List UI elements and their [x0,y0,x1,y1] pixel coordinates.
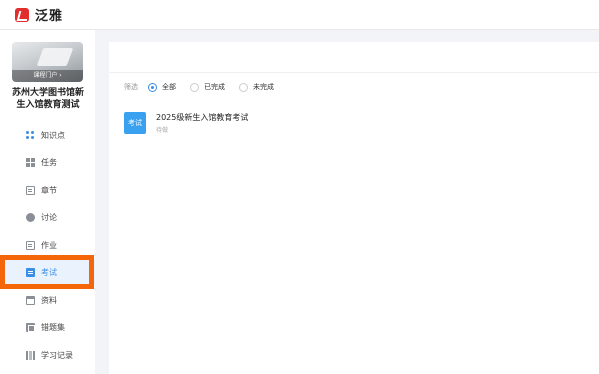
app-name[interactable]: 泛雅 [35,5,63,24]
filter-option-label: 已完成 [204,83,225,91]
main-panel: 筛选 全部 已完成 未完成 考试 2025级新生入馆教育考试 待做 [109,42,599,374]
sidebar-item-discussion[interactable]: 讨论 [0,204,95,230]
course-portal-link[interactable]: 课程门户 › [12,70,83,82]
filter-option-incomplete[interactable]: 未完成 [239,82,274,92]
exam-badge-icon: 考试 [124,112,146,134]
sidebar-item-chapter[interactable]: 章节 [0,177,95,203]
sidebar-item-task[interactable]: 任务 [0,149,95,175]
sidebar-item-knowledge[interactable]: 知识点 [0,122,95,148]
sidebar-item-resource[interactable]: 资料 [0,287,95,313]
main-top-bar [109,42,599,73]
exam-info: 2025级新生入馆教育考试 待做 [156,112,248,135]
knowledge-icon [26,130,35,140]
sidebar-item-label: 讨论 [41,212,57,222]
sidebar: 课程门户 › 苏州大学图书馆新生入馆教育测试 知识点 任务 章节 讨论 作业 考… [0,30,95,374]
course-title: 苏州大学图书馆新生入馆教育测试 [11,88,84,110]
resource-icon [26,295,35,305]
sidebar-item-label: 学习记录 [41,350,73,360]
sidebar-item-exam[interactable]: 考试 [0,259,95,285]
task-icon [26,157,35,167]
exam-status: 待做 [156,127,169,134]
sidebar-item-label: 知识点 [41,130,65,140]
wrong-question-icon [26,322,35,332]
sidebar-item-homework[interactable]: 作业 [0,232,95,258]
sidebar-item-label: 任务 [41,157,57,167]
exam-list-item[interactable]: 考试 2025级新生入馆教育考试 待做 [124,112,594,136]
sidebar-item-label: 资料 [41,295,57,305]
filter-option-label: 全部 [162,83,176,91]
top-header: 泛雅 [0,0,599,30]
exam-filter: 筛选 全部 已完成 未完成 [124,82,288,92]
homework-icon [26,240,35,250]
sidebar-item-label: 错题集 [41,322,65,332]
sidebar-item-label: 考试 [41,267,57,277]
filter-option-label: 未完成 [253,83,274,91]
sidebar-item-study-record[interactable]: 学习记录 [0,342,95,368]
radio-checked-icon[interactable] [148,82,157,92]
study-record-icon [26,350,35,360]
radio-unchecked-icon[interactable] [190,82,199,92]
chapter-icon [26,185,35,195]
sidebar-item-label: 章节 [41,185,57,195]
filter-label: 筛选 [124,83,138,91]
filter-option-completed[interactable]: 已完成 [190,82,225,92]
discussion-icon [26,212,35,222]
sidebar-item-wrong-questions[interactable]: 错题集 [0,314,95,340]
exam-title[interactable]: 2025级新生入馆教育考试 [156,113,248,123]
exam-icon [26,267,35,277]
course-cover-image[interactable]: 课程门户 › [12,42,83,82]
filter-option-all[interactable]: 全部 [148,82,176,92]
radio-unchecked-icon[interactable] [239,82,248,92]
fanya-logo-icon[interactable] [15,7,29,22]
sidebar-item-label: 作业 [41,240,57,250]
